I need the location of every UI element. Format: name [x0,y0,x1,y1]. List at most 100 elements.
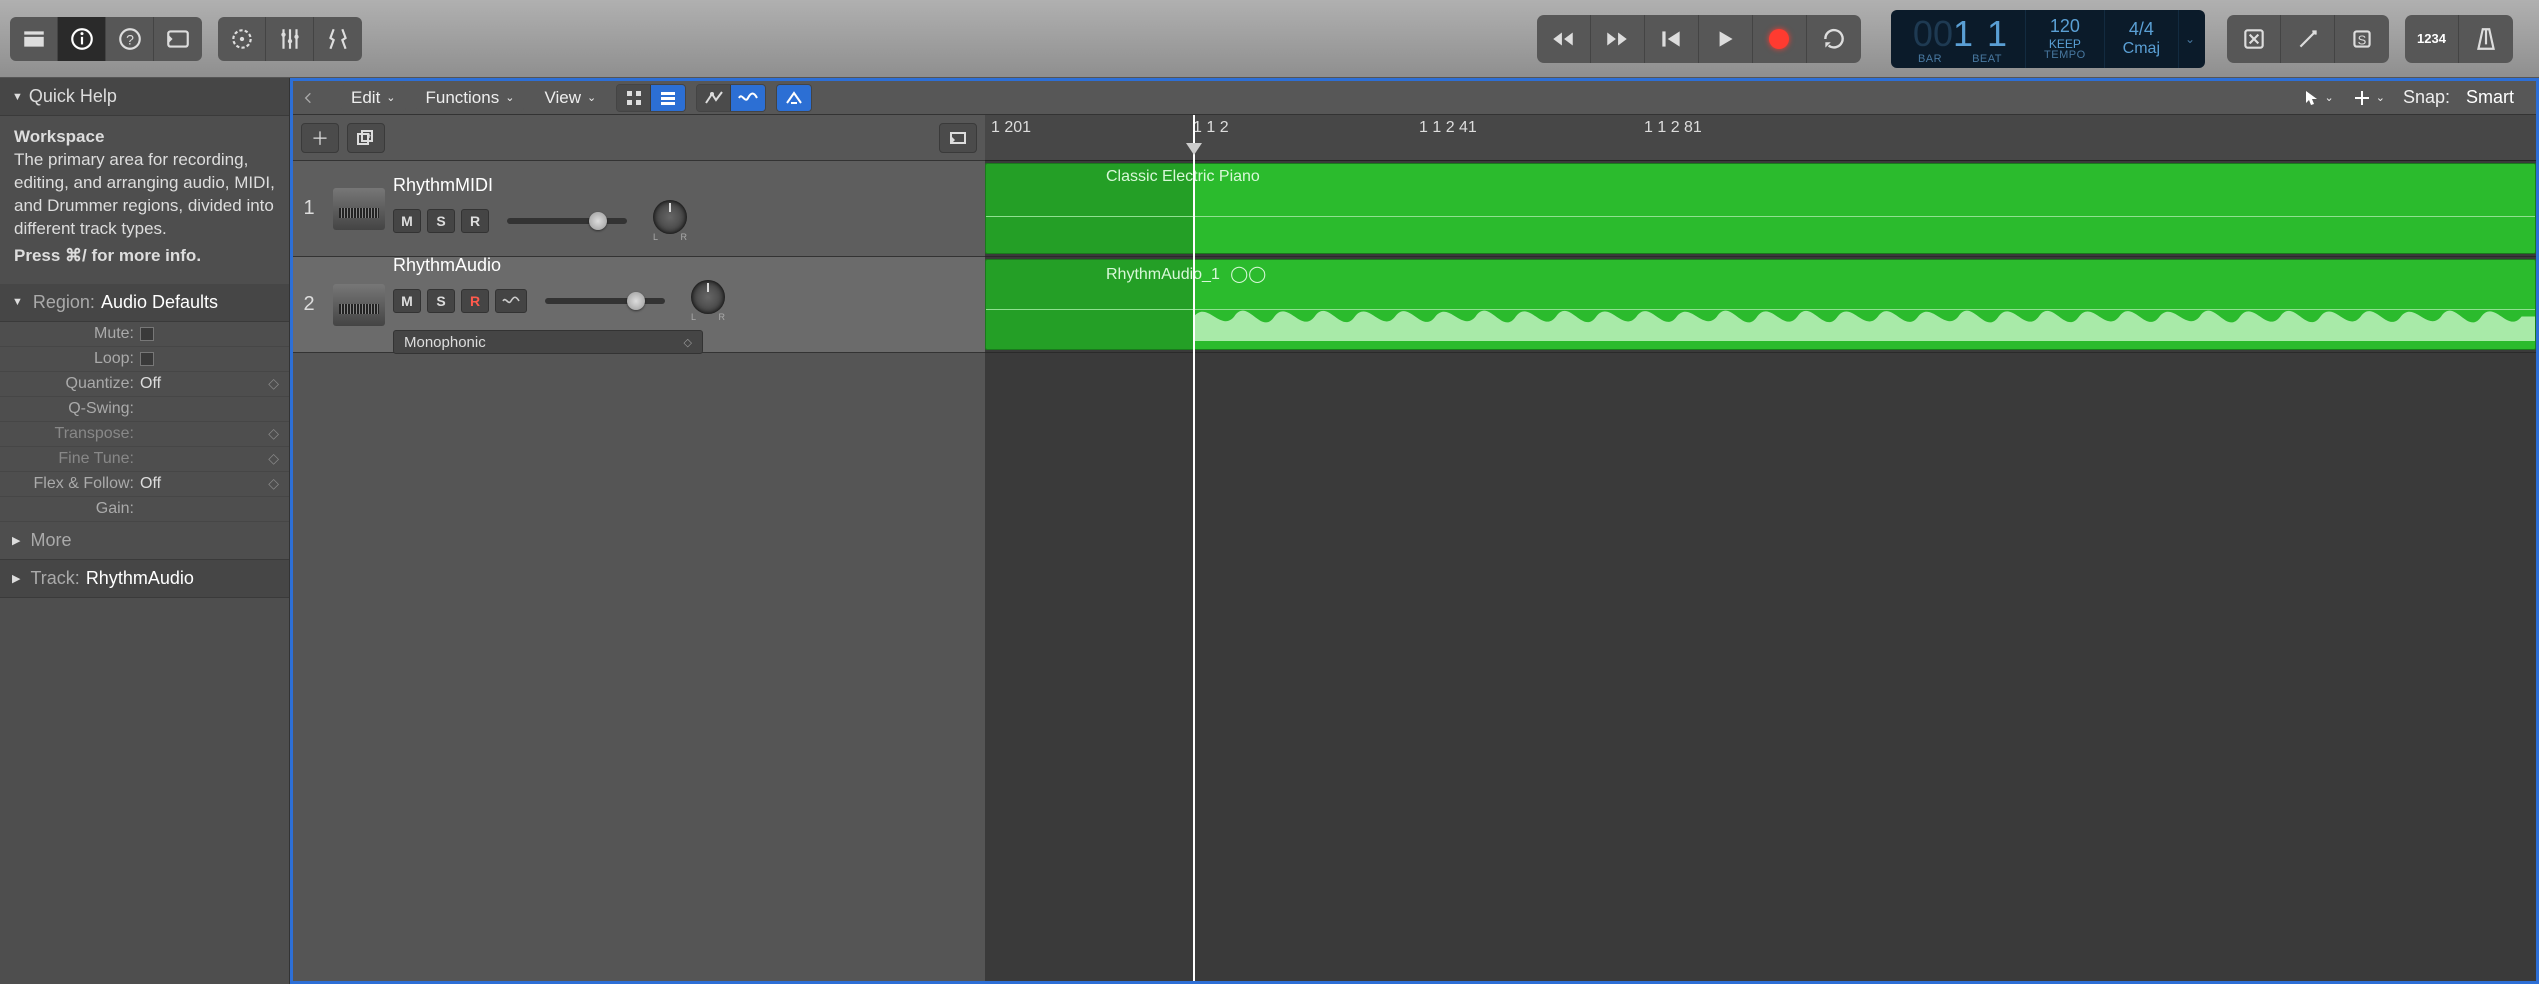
record-enable-button[interactable]: R [461,289,489,313]
param-gain[interactable]: Gain: [0,497,289,522]
cycle-button[interactable] [1807,15,1861,63]
slider-thumb[interactable] [589,212,607,230]
smart-controls-button[interactable] [218,17,266,61]
quick-help-header[interactable]: ▼ Quick Help [0,78,289,116]
audio-region[interactable]: RhythmAudio_1 ◯◯ [985,259,2536,350]
param-quantize[interactable]: Quantize:Off◇ [0,372,289,397]
cmd-click-tool[interactable]: ⌄ [2346,85,2393,111]
toolbar-button[interactable] [154,17,202,61]
arrange-body: ＋ + 1 RhythmMIDI M S R [293,115,2536,981]
param-mute[interactable]: Mute: [0,322,289,347]
snap-value[interactable]: Smart [2466,87,2514,108]
arrange-area: Edit⌄ Functions⌄ View⌄ ⌄ ⌄ Snap: Smart [290,78,2539,984]
region-params: Mute: Loop: Quantize:Off◇ Q-Swing: Trans… [0,322,289,522]
duplicate-track-button[interactable]: + [347,123,385,153]
lcd-dropdown[interactable]: ⌄ [2179,10,2201,68]
lcd-beat: 1 [1987,13,2007,55]
flex-mode-select[interactable]: Monophonic◇ [393,330,703,354]
region-midline [986,216,2535,217]
timeline[interactable]: 1 201 1 1 2 1 1 2 41 1 1 2 81 Classic El… [985,115,2536,981]
editors-button[interactable] [314,17,362,61]
track-header-1[interactable]: 1 RhythmMIDI M S R LR [293,161,985,257]
track-lane-1[interactable]: Classic Electric Piano [985,161,2536,257]
slider-thumb[interactable] [627,292,645,310]
lcd-bar-label: BAR [1918,53,1942,65]
param-finetune: Fine Tune:◇ [0,447,289,472]
solo-track-button[interactable]: S [427,289,455,313]
more-header[interactable]: ▶ More [0,522,289,560]
loop-icon: ◯◯ [1230,264,1266,284]
tuner-button[interactable] [2281,15,2335,63]
metronome-button[interactable] [2459,15,2513,63]
lcd-tempo[interactable]: 120 [2050,16,2080,37]
lcd-time-signature[interactable]: 4/4 [2129,19,2154,40]
track-header[interactable]: ▶ Track: RhythmAudio [0,560,289,598]
track-name[interactable]: RhythmAudio [393,255,977,276]
grid-button[interactable] [617,85,651,111]
go-to-beginning-button[interactable] [1645,15,1699,63]
stepper-icon[interactable]: ◇ [268,375,279,392]
flex-track-button[interactable] [495,289,527,313]
svg-text:S: S [2358,32,2367,47]
checkbox[interactable] [140,327,154,341]
track-number: 1 [293,197,325,220]
svg-text:?: ? [126,31,134,47]
catch-playhead-button[interactable] [777,85,811,111]
track-header-2[interactable]: 2 RhythmAudio M S R LR [293,257,985,353]
midi-region[interactable]: Classic Electric Piano [985,163,2536,254]
mute-button[interactable]: M [393,289,421,313]
region-header[interactable]: ▼ Region: Audio Defaults [0,284,289,322]
solo-button[interactable]: S [2335,15,2389,63]
lcd-key[interactable]: Cmaj [2123,40,2160,58]
rewind-button[interactable] [1537,15,1591,63]
ruler-mark: 1 201 [991,119,1031,137]
add-track-button[interactable]: ＋ [301,123,339,153]
library-button[interactable] [10,17,58,61]
track-instrument-icon[interactable] [333,188,385,230]
back-button[interactable] [301,85,331,111]
stepper-icon[interactable]: ◇ [268,475,279,492]
inspector-button[interactable] [58,17,106,61]
tool-selectors: ⌄ ⌄ [2297,85,2393,111]
count-in-button[interactable]: 1234 [2405,15,2459,63]
volume-slider[interactable] [545,298,665,304]
track-lane-2[interactable]: RhythmAudio_1 ◯◯ [985,257,2536,353]
track-name[interactable]: RhythmMIDI [393,175,977,196]
lcd-display[interactable]: 001 1 BAR BEAT 120 KEEP TEMPO 4/4 Cmaj ⌄ [1891,10,2205,68]
checkbox[interactable] [140,352,154,366]
quick-help-text: The primary area for recording, editing,… [14,149,275,241]
flex-button[interactable] [731,85,765,111]
mixer-button[interactable] [266,17,314,61]
param-qswing[interactable]: Q-Swing: [0,397,289,422]
record-enable-button[interactable]: R [461,209,489,233]
record-icon [1769,29,1789,49]
workspace: ▼ Quick Help Workspace The primary area … [0,78,2539,984]
param-loop[interactable]: Loop: [0,347,289,372]
disclosure-triangle-icon: ▶ [12,572,20,585]
solo-track-button[interactable]: S [427,209,455,233]
play-button[interactable] [1699,15,1753,63]
automation-button[interactable] [697,85,731,111]
ruler-mark: 1 1 2 41 [1419,119,1477,137]
forward-button[interactable] [1591,15,1645,63]
replace-button[interactable] [2227,15,2281,63]
inspector-panel: ▼ Quick Help Workspace The primary area … [0,78,290,984]
list-button[interactable] [651,85,685,111]
playhead[interactable] [1193,115,1195,981]
ruler[interactable]: 1 201 1 1 2 1 1 2 41 1 1 2 81 [985,115,2536,161]
pan-knob[interactable] [653,200,687,234]
view-menu[interactable]: View⌄ [534,85,606,111]
track-headers-column: ＋ + 1 RhythmMIDI M S R [293,115,985,981]
functions-menu[interactable]: Functions⌄ [416,85,525,111]
global-tracks-button[interactable] [939,123,977,153]
record-button[interactable] [1753,15,1807,63]
left-click-tool[interactable]: ⌄ [2297,85,2342,111]
volume-slider[interactable] [507,218,627,224]
quick-help-button[interactable]: ? [106,17,154,61]
param-flex-follow[interactable]: Flex & Follow:Off◇ [0,472,289,497]
edit-menu[interactable]: Edit⌄ [341,85,406,111]
disclosure-triangle-icon: ▼ [12,296,23,308]
mute-button[interactable]: M [393,209,421,233]
track-instrument-icon[interactable] [333,284,385,326]
pan-knob[interactable] [691,280,725,314]
